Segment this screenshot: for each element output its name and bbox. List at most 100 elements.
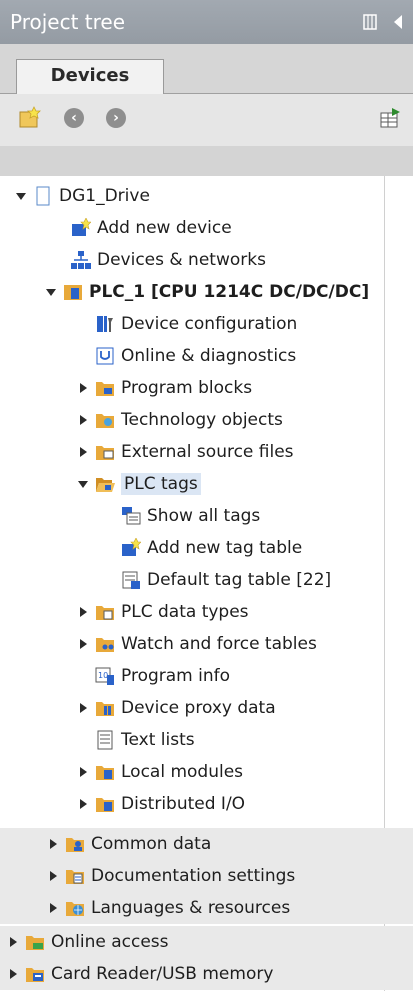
- folder-icon: [65, 866, 85, 886]
- tree-item-label: Languages & resources: [91, 898, 291, 918]
- project-tree-panel: Project tree Devices ‹ › DG1_Drive Add n…: [0, 0, 413, 991]
- tree-item-common-data[interactable]: Common data: [0, 828, 413, 860]
- tree-item-label: Online access: [51, 932, 169, 952]
- tree-item-label: External source files: [121, 442, 294, 462]
- tree-item-text-lists[interactable]: Text lists: [0, 724, 384, 756]
- tree-column-header: [0, 146, 413, 176]
- tab-devices-label: Devices: [50, 65, 130, 86]
- tab-devices[interactable]: Devices: [16, 59, 164, 95]
- folder-icon: [95, 442, 115, 462]
- forward-button[interactable]: ›: [104, 106, 128, 130]
- arrow-left-icon[interactable]: [391, 13, 405, 31]
- device-config-icon: [95, 314, 115, 334]
- tree-item-label: PLC data types: [121, 602, 249, 622]
- collapsed-arrow-icon[interactable]: [46, 869, 60, 883]
- tree-item-label: Default tag table [22]: [147, 570, 332, 590]
- tree-item-card-reader[interactable]: Card Reader/USB memory: [0, 958, 413, 990]
- network-icon: [71, 250, 91, 270]
- folder-icon: [65, 898, 85, 918]
- collapsed-arrow-icon[interactable]: [76, 765, 90, 779]
- collapsed-arrow-icon[interactable]: [76, 445, 90, 459]
- overview-button[interactable]: [378, 106, 402, 130]
- tree-item-label: Add new tag table: [147, 538, 303, 558]
- tree-item-external-source-files[interactable]: External source files: [0, 436, 384, 468]
- tree-item-plc-tags[interactable]: PLC tags: [0, 468, 384, 500]
- folder-icon: [25, 932, 45, 952]
- collapsed-arrow-icon[interactable]: [76, 797, 90, 811]
- back-arrow-icon: ‹: [64, 108, 84, 128]
- tree-item-program-info[interactable]: 10 Program info: [0, 660, 384, 692]
- tree-item-label: Local modules: [121, 762, 244, 782]
- project-icon: [33, 186, 53, 206]
- tree-item-documentation-settings[interactable]: Documentation settings: [0, 860, 413, 892]
- svg-text:10: 10: [98, 671, 108, 680]
- tree-item-devices-networks[interactable]: Devices & networks: [0, 244, 384, 276]
- collapsed-arrow-icon[interactable]: [46, 837, 60, 851]
- tree-item-plc-data-types[interactable]: PLC data types: [0, 596, 384, 628]
- program-info-icon: 10: [95, 666, 115, 686]
- folder-icon: [95, 634, 115, 654]
- tree-item-show-all-tags[interactable]: Show all tags: [0, 500, 384, 532]
- tree-item-label: Devices & networks: [97, 250, 266, 270]
- collapsed-arrow-icon[interactable]: [46, 901, 60, 915]
- tree-item-label: PLC_1 [CPU 1214C DC/DC/DC]: [89, 282, 370, 302]
- tree-item-default-tag-table[interactable]: Default tag table [22]: [0, 564, 384, 596]
- collapsed-arrow-icon[interactable]: [76, 413, 90, 427]
- tree-item-project[interactable]: DG1_Drive: [0, 180, 384, 212]
- collapse-panel-icon[interactable]: [363, 13, 377, 31]
- expanded-arrow-icon[interactable]: [44, 285, 58, 299]
- tree-item-label: Watch and force tables: [121, 634, 317, 654]
- forward-arrow-icon: ›: [106, 108, 126, 128]
- folder-icon: [95, 602, 115, 622]
- collapsed-arrow-icon[interactable]: [6, 967, 20, 981]
- tags-icon: [121, 506, 141, 526]
- tree-item-languages-resources[interactable]: Languages & resources: [0, 892, 413, 924]
- expanded-arrow-icon[interactable]: [76, 477, 90, 491]
- tree-item-label: Text lists: [121, 730, 195, 750]
- tree-item-program-blocks[interactable]: Program blocks: [0, 372, 384, 404]
- overview-table-icon: [380, 108, 400, 128]
- tree-item-device-proxy-data[interactable]: Device proxy data: [0, 692, 384, 724]
- tree-item-device-configuration[interactable]: Device configuration: [0, 308, 384, 340]
- tree-item-label: Add new device: [97, 218, 232, 238]
- collapsed-arrow-icon[interactable]: [6, 935, 20, 949]
- tree-item-watch-force-tables[interactable]: Watch and force tables: [0, 628, 384, 660]
- tree-item-label: Online & diagnostics: [121, 346, 297, 366]
- new-group-button[interactable]: [18, 106, 42, 130]
- folder-icon: [25, 964, 45, 984]
- back-button[interactable]: ‹: [62, 106, 86, 130]
- tree-item-label: Device proxy data: [121, 698, 276, 718]
- tree-item-distributed-io[interactable]: Distributed I/O: [0, 788, 384, 820]
- expanded-arrow-icon[interactable]: [14, 189, 28, 203]
- tree-item-label: Program info: [121, 666, 231, 686]
- tree-item-label: Show all tags: [147, 506, 261, 526]
- tree-item-add-new-device[interactable]: Add new device: [0, 212, 384, 244]
- tree-item-local-modules[interactable]: Local modules: [0, 756, 384, 788]
- add-table-icon: [121, 538, 141, 558]
- collapsed-arrow-icon[interactable]: [76, 605, 90, 619]
- collapsed-arrow-icon[interactable]: [76, 701, 90, 715]
- folder-icon: [95, 762, 115, 782]
- diagnostics-icon: [95, 346, 115, 366]
- project-tree-titlebar: Project tree: [0, 0, 413, 44]
- tree-item-label: DG1_Drive: [59, 186, 150, 206]
- collapsed-arrow-icon[interactable]: [76, 637, 90, 651]
- tree-item-online-access[interactable]: Online access: [0, 926, 413, 958]
- tree-item-label: Technology objects: [121, 410, 283, 430]
- tree-item-plc[interactable]: PLC_1 [CPU 1214C DC/DC/DC]: [0, 276, 384, 308]
- tree-toolbar: ‹ ›: [0, 94, 413, 146]
- folder-icon: [95, 698, 115, 718]
- folder-icon: [95, 378, 115, 398]
- tree-item-technology-objects[interactable]: Technology objects: [0, 404, 384, 436]
- tree-item-online-diagnostics[interactable]: Online & diagnostics: [0, 340, 384, 372]
- tree-item-label: Documentation settings: [91, 866, 296, 886]
- new-group-icon: [19, 106, 41, 128]
- add-device-icon: [71, 218, 91, 238]
- tree-item-label: Common data: [91, 834, 212, 854]
- tree-item-label: Device configuration: [121, 314, 298, 334]
- folder-icon: [95, 410, 115, 430]
- tree-item-add-new-tag-table[interactable]: Add new tag table: [0, 532, 384, 564]
- collapsed-arrow-icon[interactable]: [76, 381, 90, 395]
- tab-strip: Devices: [0, 44, 413, 95]
- tree-item-label: Card Reader/USB memory: [51, 964, 274, 984]
